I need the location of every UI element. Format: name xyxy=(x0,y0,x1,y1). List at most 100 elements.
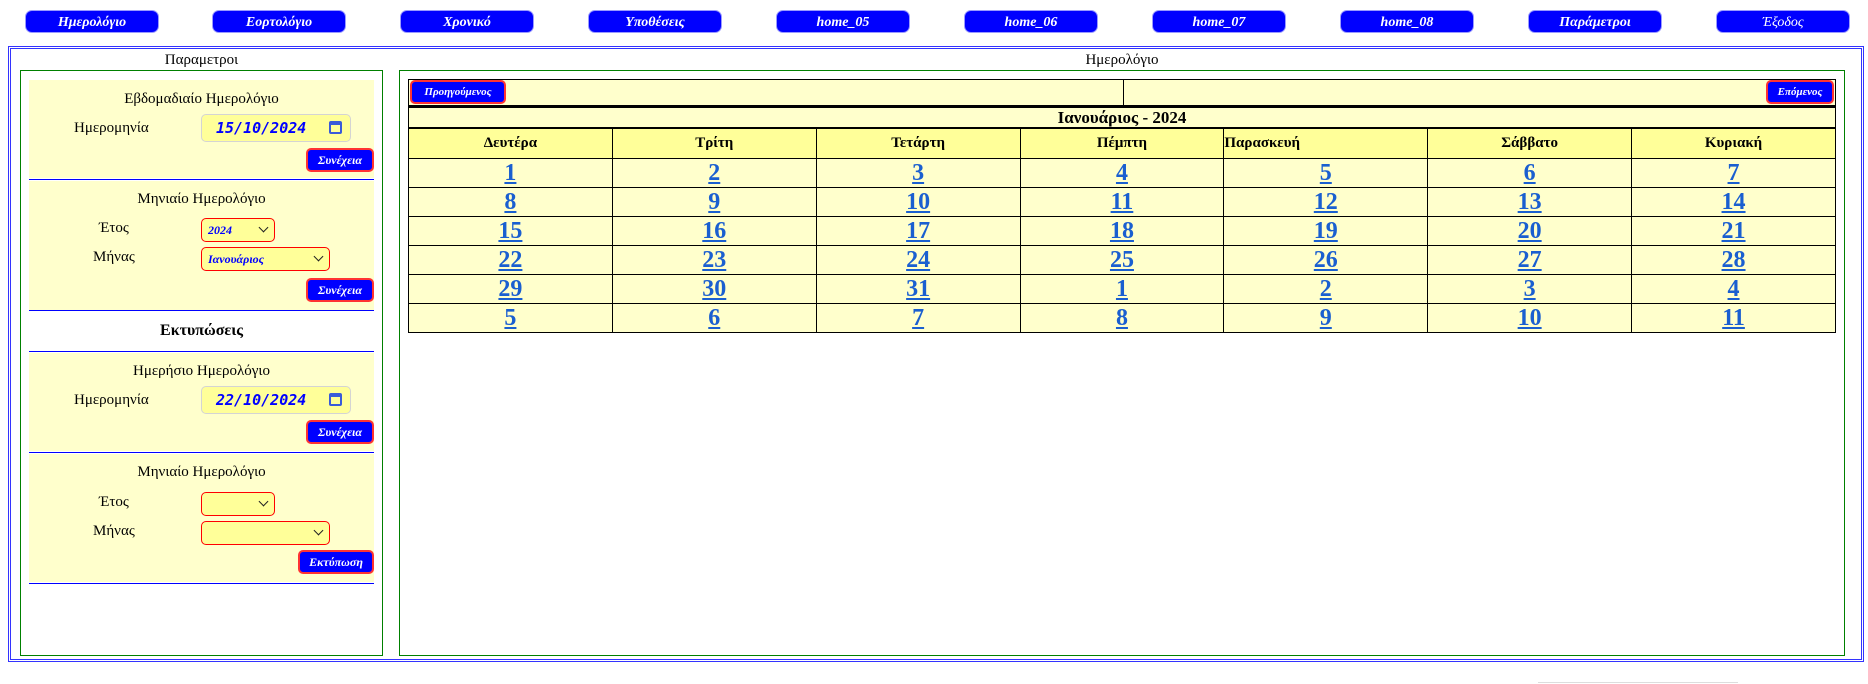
day-link[interactable]: 2 xyxy=(1320,276,1332,302)
nav-button-home-05[interactable]: home_05 xyxy=(776,10,910,33)
divider xyxy=(29,351,374,352)
day-link[interactable]: 4 xyxy=(1116,160,1128,186)
day-cell: 11 xyxy=(1019,187,1225,217)
day-link[interactable]: 11 xyxy=(1111,189,1134,215)
day-link[interactable]: 27 xyxy=(1518,247,1542,273)
day-link[interactable]: 3 xyxy=(912,160,924,186)
weekday-header: Παρασκευή xyxy=(1223,128,1429,159)
print-button[interactable]: Εκτύπωση xyxy=(298,550,374,574)
day-cell: 18 xyxy=(1019,216,1225,246)
day-link[interactable]: 4 xyxy=(1728,276,1740,302)
day-link[interactable]: 10 xyxy=(1518,305,1542,331)
weekly-continue-button[interactable]: Συνέχεια xyxy=(306,148,374,172)
nav-button-cases[interactable]: Υποθέσεις xyxy=(588,10,722,33)
day-link[interactable]: 8 xyxy=(1116,305,1128,331)
day-link[interactable]: 14 xyxy=(1722,189,1746,215)
calendar-week-row: 22 23 24 25 26 27 28 xyxy=(408,245,1836,275)
monthly-continue-button[interactable]: Συνέχεια xyxy=(306,278,374,302)
day-link[interactable]: 10 xyxy=(906,189,930,215)
day-cell: 28 xyxy=(1631,245,1836,275)
day-link[interactable]: 9 xyxy=(708,189,720,215)
nav-button-name-days[interactable]: Εορτολόγιο xyxy=(212,10,346,33)
day-link[interactable]: 7 xyxy=(1728,160,1740,186)
day-cell: 6 xyxy=(611,303,817,333)
day-link[interactable]: 1 xyxy=(1116,276,1128,302)
day-cell: 11 xyxy=(1631,303,1836,333)
nav-button-calendar[interactable]: Ημερολόγιο xyxy=(25,10,159,33)
day-link[interactable]: 1 xyxy=(504,160,516,186)
day-link[interactable]: 7 xyxy=(912,305,924,331)
day-cell: 2 xyxy=(1223,274,1429,304)
next-month-button[interactable]: Επόμενος xyxy=(1766,80,1834,104)
nav-button-home-06[interactable]: home_06 xyxy=(964,10,1098,33)
day-link[interactable]: 2 xyxy=(708,160,720,186)
divider xyxy=(29,310,374,311)
day-cell: 10 xyxy=(815,187,1021,217)
monthly-year-select[interactable]: 2024 xyxy=(201,218,275,242)
day-cell: 9 xyxy=(1223,303,1429,333)
day-cell: 31 xyxy=(815,274,1021,304)
weekday-header-row: Δευτέρα Τρίτη Τετάρτη Πέμπτη Παρασκευή Σ… xyxy=(408,128,1836,159)
monthly-year-label: Έτος xyxy=(99,220,129,236)
nav-button-chronicle[interactable]: Χρονικό xyxy=(400,10,534,33)
day-link[interactable]: 29 xyxy=(498,276,522,302)
monthly-month-select[interactable]: Ιανουάριος xyxy=(201,247,330,271)
day-link[interactable]: 15 xyxy=(498,218,522,244)
day-cell: 7 xyxy=(1631,158,1836,188)
day-link[interactable]: 11 xyxy=(1722,305,1745,331)
day-link[interactable]: 5 xyxy=(504,305,516,331)
day-link[interactable]: 8 xyxy=(504,189,516,215)
day-cell: 21 xyxy=(1631,216,1836,246)
calendar-icon[interactable] xyxy=(329,393,342,406)
calendar-panel-title: Ημερολόγιο xyxy=(1085,52,1159,68)
calendar-icon[interactable] xyxy=(329,121,342,134)
day-cell: 13 xyxy=(1427,187,1633,217)
day-link[interactable]: 17 xyxy=(906,218,930,244)
day-cell: 12 xyxy=(1223,187,1429,217)
day-cell: 2 xyxy=(611,158,817,188)
day-link[interactable]: 30 xyxy=(702,276,726,302)
day-link[interactable]: 5 xyxy=(1320,160,1332,186)
monthly-print-month-select[interactable] xyxy=(201,521,330,545)
day-cell: 8 xyxy=(1019,303,1225,333)
nav-button-home-07[interactable]: home_07 xyxy=(1152,10,1286,33)
nav-button-parameters[interactable]: Παράμετροι xyxy=(1528,10,1662,33)
nav-button-exit[interactable]: Έξοδος xyxy=(1716,10,1850,33)
monthly-print-year-select[interactable] xyxy=(201,492,275,516)
day-link[interactable]: 28 xyxy=(1722,247,1746,273)
day-cell: 4 xyxy=(1019,158,1225,188)
day-link[interactable]: 23 xyxy=(702,247,726,273)
parameters-panel-title: Παραμετροι xyxy=(164,52,239,68)
day-link[interactable]: 13 xyxy=(1518,189,1542,215)
day-link[interactable]: 12 xyxy=(1314,189,1338,215)
day-link[interactable]: 24 xyxy=(906,247,930,273)
day-link[interactable]: 19 xyxy=(1314,218,1338,244)
calendar-week-row: 15 16 17 18 19 20 21 xyxy=(408,216,1836,246)
day-link[interactable]: 3 xyxy=(1524,276,1536,302)
daily-continue-button[interactable]: Συνέχεια xyxy=(306,420,374,444)
daily-calendar-section: Ημερήσιο Ημερολόγιο Ημερομηνία 22/10/202… xyxy=(29,353,374,451)
day-cell: 16 xyxy=(611,216,817,246)
day-cell: 24 xyxy=(815,245,1021,275)
monthly-month-label: Μήνας xyxy=(93,249,135,265)
day-link[interactable]: 6 xyxy=(708,305,720,331)
day-link[interactable]: 25 xyxy=(1110,247,1134,273)
day-cell: 15 xyxy=(408,216,613,246)
previous-month-button[interactable]: Προηγούμενος xyxy=(410,80,506,104)
day-link[interactable]: 31 xyxy=(906,276,930,302)
day-link[interactable]: 21 xyxy=(1722,218,1746,244)
day-cell: 25 xyxy=(1019,245,1225,275)
weekly-date-input[interactable]: 15/10/2024 xyxy=(201,114,351,142)
daily-date-input[interactable]: 22/10/2024 xyxy=(201,386,351,414)
day-link[interactable]: 26 xyxy=(1314,247,1338,273)
day-link[interactable]: 18 xyxy=(1110,218,1134,244)
month-year-title: Ιανουάριος - 2024 xyxy=(408,106,1836,128)
day-link[interactable]: 9 xyxy=(1320,305,1332,331)
day-link[interactable]: 22 xyxy=(498,247,522,273)
day-link[interactable]: 16 xyxy=(702,218,726,244)
nav-button-home-08[interactable]: home_08 xyxy=(1340,10,1474,33)
day-cell: 4 xyxy=(1631,274,1836,304)
day-link[interactable]: 20 xyxy=(1518,218,1542,244)
daily-calendar-heading: Ημερήσιο Ημερολόγιο xyxy=(133,363,270,379)
day-link[interactable]: 6 xyxy=(1524,160,1536,186)
